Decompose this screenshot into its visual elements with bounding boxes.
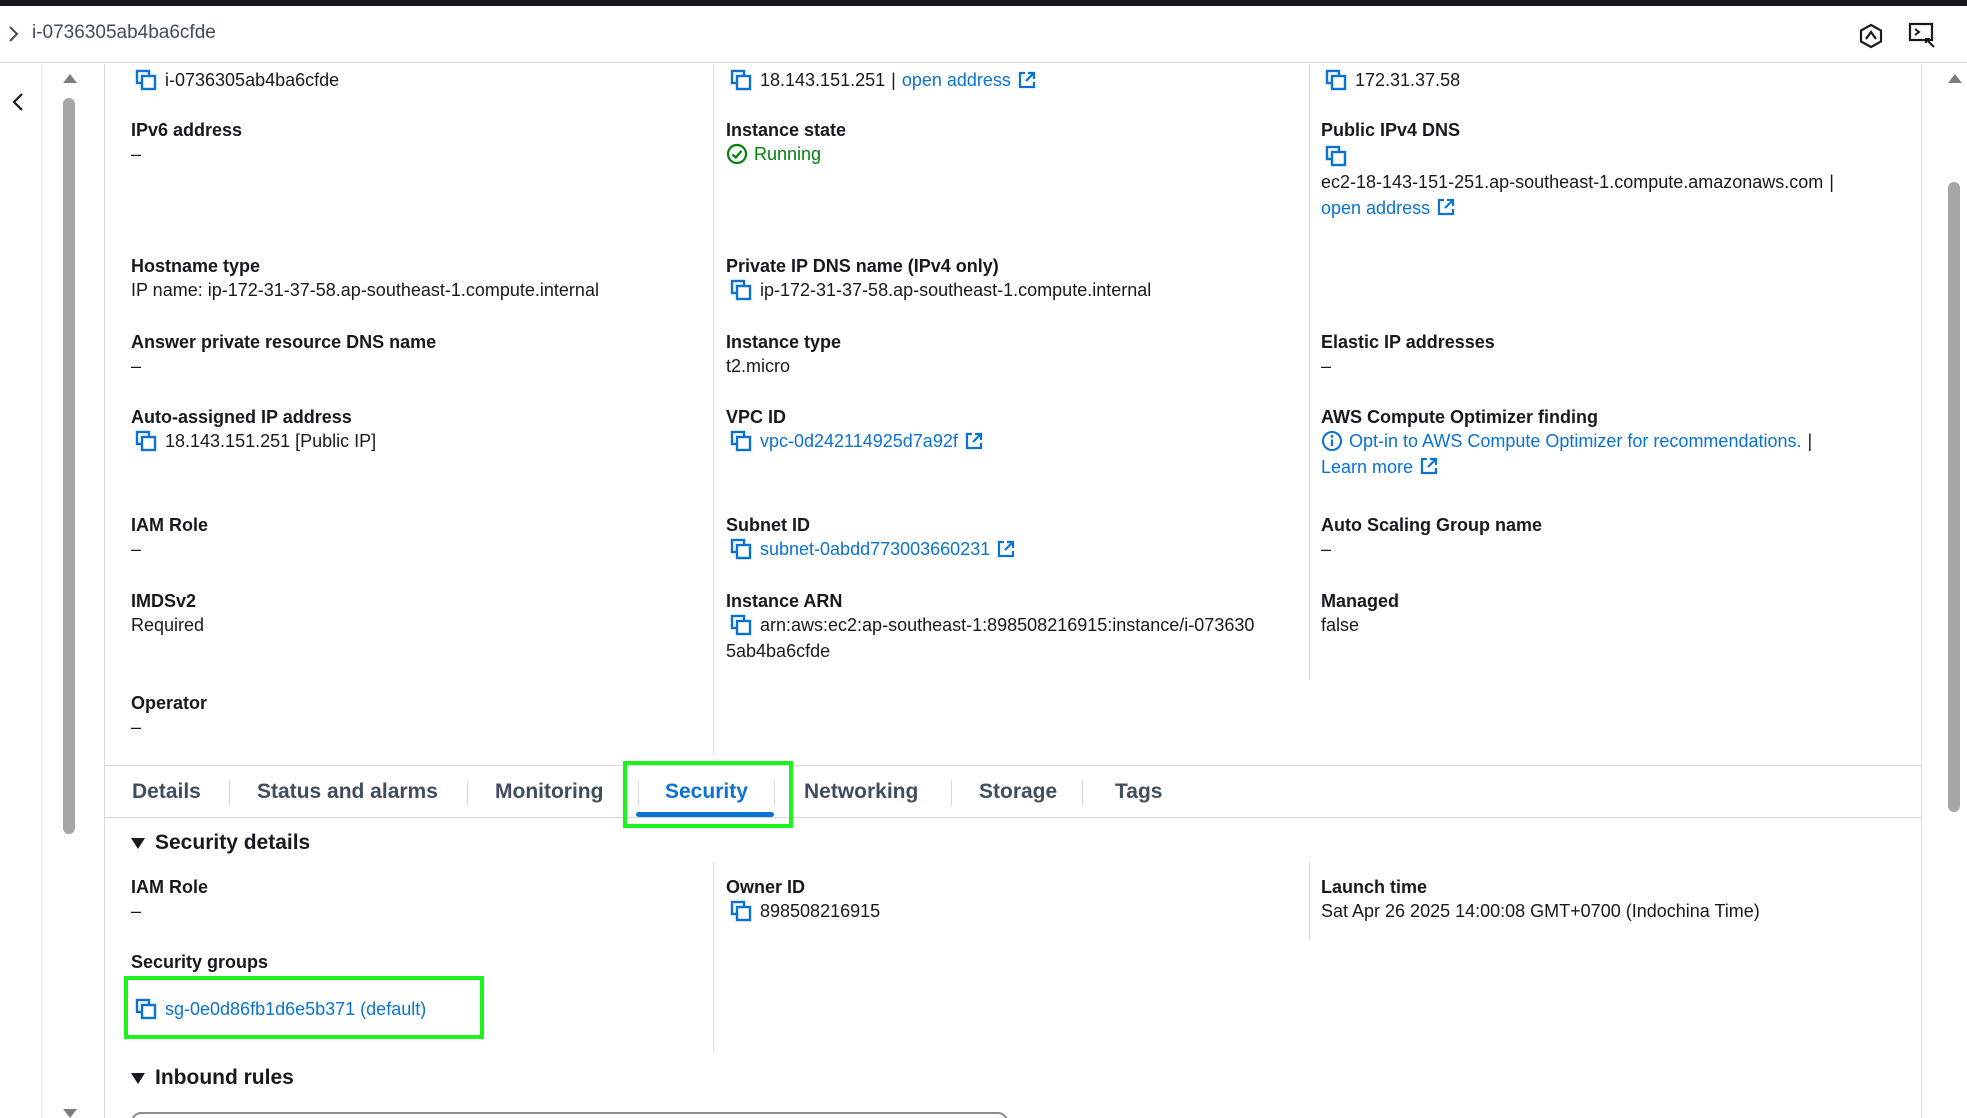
copy-icon[interactable] [730,538,752,560]
column-divider [1309,862,1310,940]
right-scrollbar[interactable] [1943,64,1965,1118]
caret-down-icon [131,837,145,849]
left-scrollbar[interactable] [58,64,80,1118]
auto-assigned-ip-field: Auto-assigned IP address 18.143.151.251 … [131,407,377,452]
launch-time-field: Launch time Sat Apr 26 2025 14:00:08 GMT… [1321,877,1760,921]
private-dns-field: Private IP DNS name (IPv4 only) ip-172-3… [726,256,1152,301]
settings-hex-icon[interactable] [1858,23,1884,49]
tab-storage[interactable]: Storage [979,780,1057,804]
instance-titlebar: i-0736305ab4ba6cfde [0,6,1967,63]
managed-field: Managed false [1321,591,1400,635]
optimizer-opt-in-link[interactable]: Opt-in to AWS Compute Optimizer for reco… [1349,428,1802,454]
chevron-left-icon[interactable] [8,90,28,114]
column-divider [713,862,714,1052]
private-ip-field: 172.31.37.58 [1321,67,1460,93]
external-link-icon [1436,197,1456,217]
success-check-icon [726,143,748,165]
security-iam-role-field: IAM Role – [131,877,209,921]
tab-monitoring[interactable]: Monitoring [495,780,603,804]
external-link-icon [1017,70,1037,90]
caret-down-icon [131,1072,145,1084]
tab-status-and-alarms[interactable]: Status and alarms [257,780,438,804]
chevron-right-icon[interactable] [4,24,24,44]
copy-icon[interactable] [730,614,752,636]
inbound-rules-table [131,1112,1008,1118]
learn-more-link[interactable]: Learn more [1321,457,1413,477]
instance-type-field: Instance type t2.micro [726,332,842,376]
vpc-id-link[interactable]: vpc-0d242114925d7a92f [760,428,958,454]
highlight-security-group [124,976,484,1039]
left-rail [0,64,42,1118]
instance-arn-field: Instance ARN arn:aws:ec2:ap-southeast-1:… [726,591,1255,661]
tab-networking[interactable]: Networking [804,780,918,804]
column-divider [1309,64,1310,680]
elastic-ip-field: Elastic IP addresses – [1321,332,1495,376]
copy-icon[interactable] [1325,145,1347,167]
copy-icon[interactable] [730,900,752,922]
copy-icon[interactable] [730,279,752,301]
instance-id-field: i-0736305ab4ba6cfde [131,67,339,93]
security-details-header[interactable]: Security details [131,831,310,855]
copy-icon[interactable] [1325,69,1347,91]
tab-tags[interactable]: Tags [1115,780,1162,804]
imdsv2-field: IMDSv2 Required [131,591,205,635]
ipv6-address-field: IPv6 address – [131,120,243,164]
tab-details[interactable]: Details [132,780,201,804]
instance-title: i-0736305ab4ba6cfde [32,22,216,43]
inbound-rules-header[interactable]: Inbound rules [131,1066,294,1090]
cloudshell-icon[interactable] [1908,21,1936,49]
owner-id-field: Owner ID 898508216915 [726,877,881,922]
public-ip-field: 18.143.151.251 | open address [726,67,1037,93]
external-link-icon [964,431,984,451]
iam-role-field: IAM Role – [131,515,209,559]
instance-state-field: Instance state Running [726,120,847,165]
copy-icon[interactable] [730,69,752,91]
security-groups-field: Security groups [131,952,269,972]
compute-optimizer-field: AWS Compute Optimizer finding Opt-in to … [1321,407,1813,477]
subnet-id-link[interactable]: subnet-0abdd773003660231 [760,536,990,562]
instance-tabs: Details Status and alarms Monitoring Sec… [104,765,1922,818]
open-address-link[interactable]: open address [902,67,1011,93]
operator-field: Operator – [131,693,208,737]
copy-icon[interactable] [135,69,157,91]
answer-dns-field: Answer private resource DNS name – [131,332,437,376]
hostname-type-field: Hostname type IP name: ip-172-31-37-58.a… [131,256,599,300]
subnet-id-field: Subnet ID subnet-0abdd773003660231 [726,514,1016,562]
open-address-link[interactable]: open address [1321,198,1430,218]
copy-icon[interactable] [135,430,157,452]
external-link-icon [996,539,1016,559]
vpc-id-field: VPC ID vpc-0d242114925d7a92f [726,406,984,454]
highlight-security-tab [623,761,793,828]
external-link-icon [1419,456,1439,476]
auto-scaling-group-field: Auto Scaling Group name – [1321,515,1543,559]
info-icon [1322,431,1342,451]
column-divider [713,64,714,754]
public-dns-field: Public IPv4 DNS ec2-18-143-151-251.ap-so… [1321,120,1834,218]
copy-icon[interactable] [730,430,752,452]
